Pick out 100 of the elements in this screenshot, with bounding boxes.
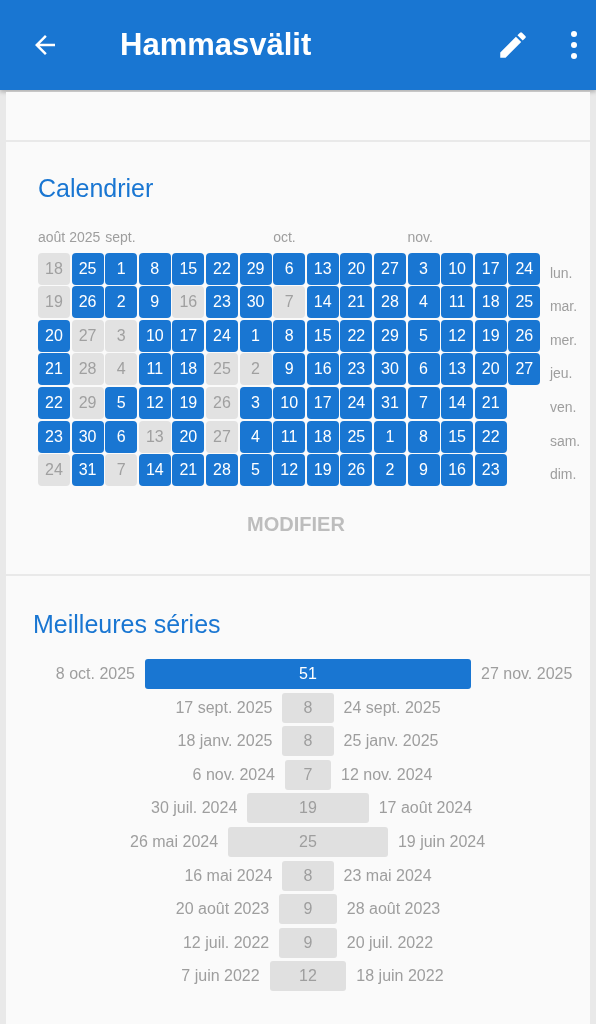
day-cell[interactable]: 1 <box>105 252 138 285</box>
day-cell[interactable]: 28 <box>205 454 238 487</box>
day-cell[interactable]: 31 <box>373 386 406 419</box>
day-cell[interactable]: 18 <box>474 286 507 319</box>
day-cell[interactable]: 4 <box>239 420 272 453</box>
day-cell[interactable]: 27 <box>508 353 541 386</box>
day-cell[interactable]: 9 <box>407 454 440 487</box>
weekday-label: lun. <box>548 264 574 281</box>
day-cell[interactable]: 9 <box>138 286 171 319</box>
month-label: août 2025 <box>38 229 101 245</box>
day-cell[interactable]: 5 <box>105 386 138 419</box>
day-cell[interactable]: 24 <box>508 252 541 285</box>
streak-bar: 25 <box>228 826 388 857</box>
streak-start-date: 30 juil. 2024 <box>151 799 238 818</box>
day-cell[interactable]: 8 <box>273 319 306 352</box>
day-cell[interactable]: 6 <box>105 420 138 453</box>
day-cell[interactable]: 12 <box>138 386 171 419</box>
day-cell[interactable]: 11 <box>138 353 171 386</box>
day-cell[interactable]: 28 <box>373 286 406 319</box>
day-cell[interactable]: 29 <box>373 319 406 352</box>
day-cell[interactable]: 17 <box>172 319 205 352</box>
day-cell[interactable]: 2 <box>373 454 406 487</box>
day-cell[interactable]: 29 <box>239 252 272 285</box>
day-cell[interactable]: 16 <box>306 353 339 386</box>
day-cell[interactable]: 10 <box>441 252 474 285</box>
day-cell[interactable]: 6 <box>407 353 440 386</box>
day-cell[interactable]: 10 <box>273 386 306 419</box>
day-cell[interactable]: 2 <box>105 286 138 319</box>
streak-end-date: 12 nov. 2024 <box>341 765 434 784</box>
day-cell[interactable]: 10 <box>138 319 171 352</box>
day-cell[interactable]: 23 <box>474 454 507 487</box>
day-cell[interactable]: 15 <box>172 252 205 285</box>
day-cell[interactable]: 19 <box>474 319 507 352</box>
day-cell[interactable]: 18 <box>306 420 339 453</box>
day-cell[interactable]: 18 <box>172 353 205 386</box>
streak-bar: 7 <box>285 759 331 790</box>
day-cell[interactable]: 6 <box>273 252 306 285</box>
day-cell[interactable]: 23 <box>38 420 70 453</box>
day-cell[interactable]: 30 <box>373 353 406 386</box>
day-cell[interactable]: 3 <box>407 252 440 285</box>
section-title: Meilleures séries <box>33 610 222 639</box>
day-cell[interactable]: 27 <box>373 252 406 285</box>
day-cell[interactable]: 20 <box>172 420 205 453</box>
day-cell[interactable]: 12 <box>273 454 306 487</box>
streak-start-date: 20 août 2023 <box>175 900 270 919</box>
day-cell[interactable]: 4 <box>407 286 440 319</box>
day-cell[interactable]: 26 <box>340 454 373 487</box>
weekday-label: mer. <box>548 331 579 348</box>
day-cell[interactable]: 26 <box>71 286 104 319</box>
day-cell[interactable]: 14 <box>306 286 339 319</box>
day-cell[interactable]: 11 <box>441 286 474 319</box>
day-cell[interactable]: 11 <box>273 420 306 453</box>
day-cell[interactable]: 13 <box>441 353 474 386</box>
day-cell[interactable]: 1 <box>239 319 272 352</box>
day-cell[interactable]: 25 <box>71 252 104 285</box>
day-cell[interactable]: 19 <box>172 386 205 419</box>
day-cell[interactable]: 23 <box>340 353 373 386</box>
day-cell[interactable]: 5 <box>407 319 440 352</box>
day-cell[interactable]: 21 <box>474 386 507 419</box>
day-cell[interactable]: 22 <box>474 420 507 453</box>
day-cell[interactable]: 15 <box>306 319 339 352</box>
day-cell[interactable]: 24 <box>340 386 373 419</box>
day-cell[interactable]: 8 <box>138 252 171 285</box>
weekday-label: sam. <box>548 432 582 449</box>
streak-bar: 19 <box>247 793 369 824</box>
more-options-icon[interactable] <box>570 30 578 60</box>
day-cell[interactable]: 16 <box>441 454 474 487</box>
day-cell[interactable]: 15 <box>441 420 474 453</box>
day-cell[interactable]: 25 <box>340 420 373 453</box>
day-cell[interactable]: 22 <box>340 319 373 352</box>
day-cell[interactable]: 14 <box>138 454 171 487</box>
day-cell[interactable]: 5 <box>239 454 272 487</box>
day-cell[interactable]: 26 <box>508 319 541 352</box>
day-cell[interactable]: 3 <box>239 386 272 419</box>
day-cell[interactable]: 21 <box>340 286 373 319</box>
day-cell[interactable]: 21 <box>38 353 70 386</box>
day-cell[interactable]: 7 <box>407 386 440 419</box>
day-cell[interactable]: 30 <box>239 286 272 319</box>
day-cell[interactable]: 17 <box>474 252 507 285</box>
day-cell[interactable]: 22 <box>38 386 70 419</box>
day-cell[interactable]: 24 <box>205 319 238 352</box>
day-cell[interactable]: 23 <box>205 286 238 319</box>
streak-end-date: 20 juil. 2022 <box>346 933 435 952</box>
day-cell[interactable]: 14 <box>441 386 474 419</box>
day-cell[interactable]: 9 <box>273 353 306 386</box>
day-cell[interactable]: 20 <box>38 319 70 352</box>
day-cell[interactable]: 22 <box>205 252 238 285</box>
day-cell[interactable]: 20 <box>340 252 373 285</box>
day-cell[interactable]: 19 <box>306 454 339 487</box>
day-cell[interactable]: 21 <box>172 454 205 487</box>
streak-start-date: 12 juil. 2022 <box>182 933 270 952</box>
day-cell[interactable]: 12 <box>441 319 474 352</box>
day-cell[interactable]: 1 <box>373 420 406 453</box>
day-cell[interactable]: 25 <box>508 286 541 319</box>
day-cell[interactable]: 8 <box>407 420 440 453</box>
day-cell[interactable]: 17 <box>306 386 339 419</box>
day-cell[interactable]: 20 <box>474 353 507 386</box>
day-cell[interactable]: 13 <box>306 252 339 285</box>
day-cell[interactable]: 31 <box>71 454 104 487</box>
day-cell[interactable]: 30 <box>71 420 104 453</box>
